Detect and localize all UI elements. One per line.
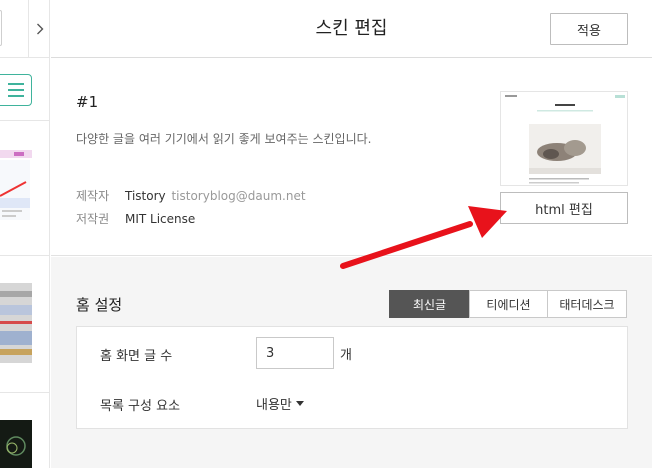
preview-post-thumbnail[interactable] <box>0 420 32 468</box>
skin-description: 다양한 글을 여러 기기에서 읽기 좋게 보여주는 스킨입니다. <box>76 132 372 146</box>
author-label: 제작자 <box>76 189 110 203</box>
preview-panel <box>0 0 50 468</box>
home-settings-title: 홈 설정 <box>76 296 123 314</box>
html-edit-button[interactable]: html 편집 <box>500 192 628 224</box>
author-email: tistoryblog@daum.net <box>171 189 306 203</box>
license-value: MIT License <box>125 212 196 226</box>
skin-edit-header: 스킨 편집 적용 <box>51 0 652 58</box>
hamburger-icon <box>8 81 24 99</box>
divider <box>0 255 49 256</box>
preview-toolbar <box>0 0 49 58</box>
post-count-label: 홈 화면 글 수 <box>100 349 173 364</box>
skin-name: #1 <box>76 93 99 111</box>
divider <box>0 392 49 393</box>
collapse-panel-button[interactable] <box>28 0 49 58</box>
skin-preview-thumbnail <box>500 91 628 186</box>
home-type-tabs: 최신글 티에디션 태터데스크 <box>389 290 627 318</box>
post-count-input[interactable] <box>256 337 334 369</box>
divider <box>0 120 49 121</box>
home-settings-section: 홈 설정 최신글 티에디션 태터데스크 홈 화면 글 수 개 목록 구성 요소 … <box>51 257 652 468</box>
preview-menu-button[interactable] <box>0 74 32 106</box>
tab-tatter-desk[interactable]: 태터데스크 <box>547 290 627 318</box>
list-composition-value: 내용만 <box>256 398 292 413</box>
list-composition-label: 목록 구성 요소 <box>100 399 181 414</box>
license-row: 저작권 MIT License <box>76 210 195 227</box>
skin-info-section: #1 다양한 글을 여러 기기에서 읽기 좋게 보여주는 스킨입니다. 제작자 T… <box>51 59 652 256</box>
author-row: 제작자 Tistory tistoryblog@daum.net <box>76 187 306 204</box>
list-composition-select[interactable]: 내용만 <box>256 394 304 413</box>
preview-post-thumbnail[interactable] <box>0 140 32 240</box>
author-name: Tistory <box>125 189 166 203</box>
tab-t-edition[interactable]: 티에디션 <box>469 290 548 318</box>
preview-post-thumbnail[interactable] <box>0 283 32 373</box>
post-count-unit: 개 <box>340 348 352 363</box>
preview-url-input[interactable] <box>0 10 2 46</box>
apply-button[interactable]: 적용 <box>550 13 628 45</box>
tab-latest-posts[interactable]: 최신글 <box>389 290 470 318</box>
license-label: 저작권 <box>76 212 110 226</box>
home-settings-panel: 홈 화면 글 수 개 목록 구성 요소 내용만 <box>76 326 628 429</box>
chevron-right-icon <box>36 23 43 35</box>
caret-down-icon <box>295 401 304 406</box>
